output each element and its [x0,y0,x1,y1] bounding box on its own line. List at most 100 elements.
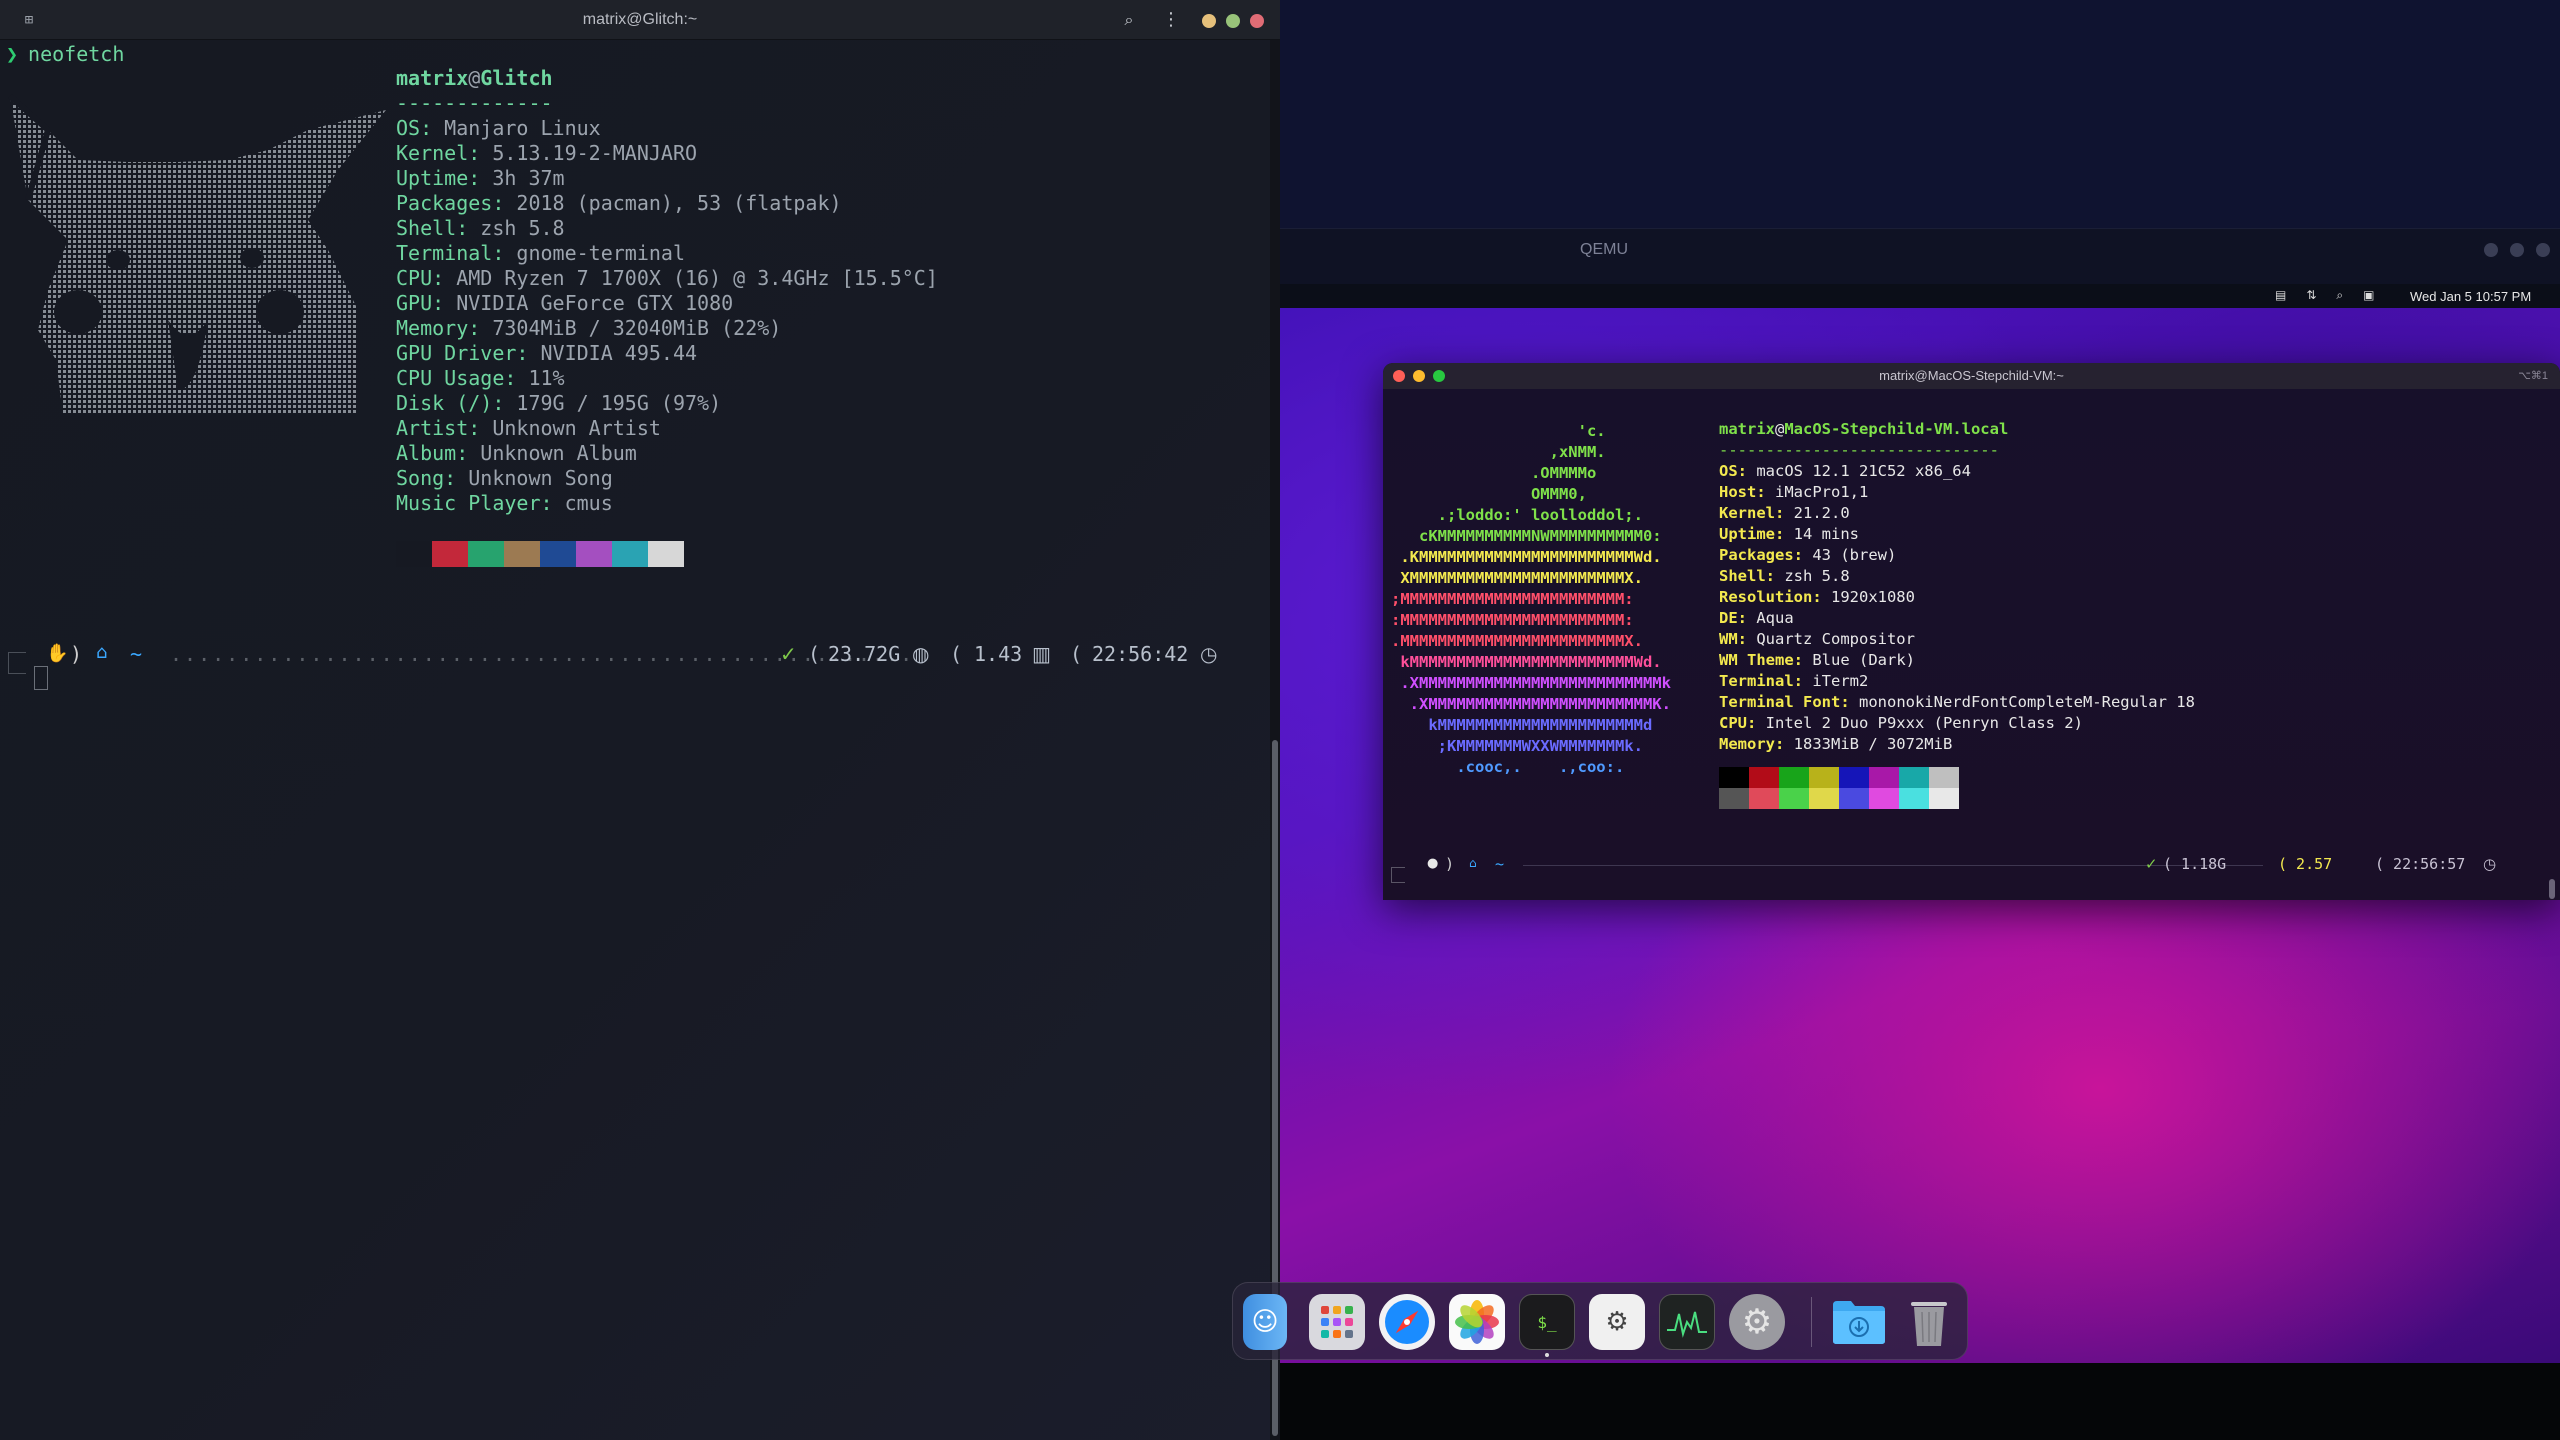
info-key: Artist: [396,416,481,440]
info-value: iMacPro1,1 [1765,483,1869,501]
control-center-icon[interactable]: ▣ [2363,288,2374,304]
load-chart-icon: ▥ [1032,642,1051,666]
trash-icon[interactable] [1901,1294,1957,1350]
info-value: 1920x1080 [1821,588,1915,606]
color-palette [396,541,684,567]
apple-art-line: XMMMMMMMMMMMMMMMMMMMMMMMX. [1391,569,1643,587]
menubar-clock[interactable]: Wed Jan 5 10:57 PM [2410,289,2531,304]
iterm-shortcut: ⌥⌘1 [2518,370,2548,382]
terminal-titlebar[interactable]: ⊞ matrix@Glitch:~ ⌕ ⋮ [0,0,1280,40]
close-button[interactable] [1250,14,1264,28]
minimize-button[interactable] [1202,14,1216,28]
status-ok-icon: ✓ [780,642,797,666]
apple-art-line: ;KMMMMMMMWXXWMMMMMMMk. [1391,737,1643,755]
info-key: Memory: [1719,735,1785,753]
network-icon[interactable]: ⇅ [2306,288,2316,304]
prompt-cwd: ~ [1495,855,1505,873]
qemu-bottom-area [1280,1363,2560,1440]
info-row-cpu: CPU: AMD Ryzen 7 1700X (16) @ 3.4GHz [15… [396,266,938,291]
info-value: 2018 (pacman), 53 (flatpak) [504,191,842,215]
compass-icon [1385,1300,1429,1344]
iterm-title: matrix@MacOS-Stepchild-VM:~ [1879,368,2064,383]
info-row-artist: Artist: Unknown Artist [396,416,938,441]
home-icon: ⌂ [1469,856,1477,870]
palette-row-bright [1719,788,1959,809]
info-key: WM: [1719,630,1747,648]
macos-menubar[interactable]: ▤ ⇅ ⌕ ▣ Wed Jan 5 10:57 PM [1280,284,2560,308]
iterm-window[interactable]: matrix@MacOS-Stepchild-VM:~ ⌥⌘1 'c. ,xNM… [1383,363,2560,900]
qemu-close-button[interactable] [2536,243,2550,257]
info-user: matrix [396,66,469,90]
safari-icon[interactable] [1379,1294,1435,1350]
iterm-scrollbar[interactable] [2549,879,2555,899]
iterm-body[interactable]: 'c. ,xNMM. .OMMMMo OMMM0, .;loddo:' lool… [1383,389,2560,900]
activity-monitor-icon[interactable] [1659,1294,1715,1350]
apple-art-line: .XMMMMMMMMMMMMMMMMMMMMMMMMMMk [1391,674,1671,692]
apple-art-line: .OMMMMo [1391,464,1597,482]
apple-art-line: ,xNMM. [1391,443,1606,461]
finder-icon[interactable]: ☺ [1243,1294,1287,1350]
mac-info-row: OS: macOS 12.1 21C52 x86_64 [1719,461,2195,482]
mac-info-row: Terminal Font: mononokiNerdFontCompleteM… [1719,692,2195,713]
palette-swatch [468,541,504,567]
terminal-icon[interactable]: $_ [1519,1294,1575,1350]
info-row-gpu: GPU: NVIDIA GeForce GTX 1080 [396,291,938,316]
mac-info-row: Host: iMacPro1,1 [1719,482,2195,503]
info-row-song: Song: Unknown Song [396,466,938,491]
iterm-titlebar[interactable]: matrix@MacOS-Stepchild-VM:~ ⌥⌘1 [1383,363,2560,389]
info-key: Song: [396,466,457,490]
info-value: macOS 12.1 21C52 x86_64 [1747,462,1971,480]
gnome-terminal-window[interactable]: ⊞ matrix@Glitch:~ ⌕ ⋮ ❯ neofetch matrix@G… [0,0,1280,1440]
prompt-memory: ( 1.18G [2163,855,2227,873]
info-value: gnome-terminal [504,241,685,265]
qemu-minimize-button[interactable] [2484,243,2498,257]
photos-icon[interactable] [1449,1294,1505,1350]
keyboard-icon[interactable]: ▤ [2275,288,2286,304]
info-value: 21.2.0 [1784,504,1850,522]
palette-swatch [396,541,432,567]
prompt-bracket: ( [1070,642,1083,666]
prompt-load: ( 2.57 [2278,855,2333,873]
terminal-cursor [34,666,48,690]
palette-swatch [1839,788,1869,809]
palette-swatch [432,541,468,567]
info-value: Intel 2 Duo P9xxx (Penryn Class 2) [1756,714,2083,732]
info-key: Uptime: [396,166,481,190]
prompt-frame [8,652,26,674]
downloads-folder-icon[interactable] [1831,1294,1887,1350]
mac-info-header: matrix@MacOS-Stepchild-VM.local [1719,419,2195,440]
script-editor-icon[interactable]: ⚙ [1589,1294,1645,1350]
info-key: Terminal Font: [1719,693,1850,711]
spotlight-icon[interactable]: ⌕ [2336,288,2343,304]
palette-swatch [612,541,648,567]
macos-dock: ☺ $_ ⚙ ⚙ [1232,1282,1968,1360]
qemu-titlebar[interactable]: QEMU [1280,228,2560,284]
info-user: matrix [1719,420,1775,438]
search-icon[interactable]: ⌕ [1118,9,1140,31]
system-preferences-icon[interactable]: ⚙ [1729,1294,1785,1350]
info-key: Shell: [1719,567,1775,585]
apple-art-line: cKMMMMMMMMMMNWMMMMMMMMMM0: [1391,527,1662,545]
mac-info-row: WM Theme: Blue (Dark) [1719,650,2195,671]
qemu-maximize-button[interactable] [2510,243,2524,257]
apple-art-line: kMMMMMMMMMMMMMMMMMMMMMMd [1391,716,1653,734]
maximize-button[interactable] [1226,14,1240,28]
apple-art-line: .MMMMMMMMMMMMMMMMMMMMMMMMX. [1391,632,1643,650]
info-key: Disk (/): [396,391,505,415]
activity-graph-icon [1667,1311,1707,1338]
info-value: zsh 5.8 [1775,567,1850,585]
running-indicator [1545,1353,1549,1357]
palette-swatch [1869,767,1899,788]
menu-icon[interactable]: ⋮ [1160,9,1182,31]
launchpad-icon[interactable] [1309,1294,1365,1350]
apple-ascii-art: 'c. ,xNMM. .OMMMMo OMMM0, .;loddo:' lool… [1391,421,1671,778]
info-value: 5.13.19-2-MANJARO [480,141,698,165]
trash-can-icon [1911,1302,1947,1346]
prompt-frame [1391,867,1405,883]
mac-info-row: CPU: Intel 2 Duo P9xxx (Penryn Class 2) [1719,713,2195,734]
info-host: MacOS-Stepchild-VM.local [1784,420,2009,438]
palette-swatch [648,541,684,567]
prompt-filler: ........................................… [170,642,915,666]
info-value: Unknown Album [468,441,637,465]
mac-color-palette [1719,767,1959,809]
